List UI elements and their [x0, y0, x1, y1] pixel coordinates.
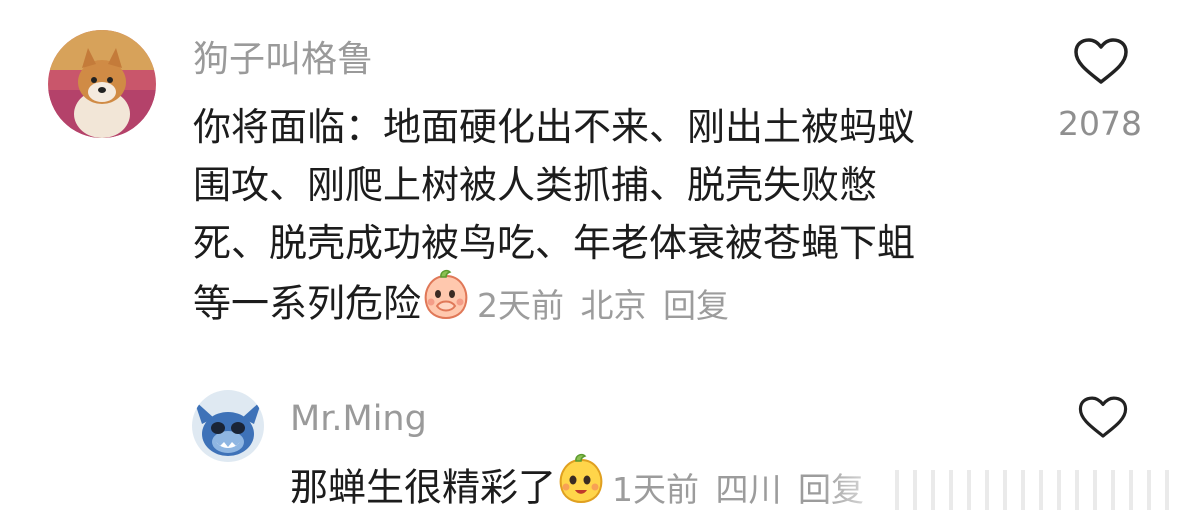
- reply-text: 那蝉生很精彩了: [290, 465, 557, 510]
- reply-meta: 1天前 四川 回复: [606, 470, 864, 509]
- comment-text-line: 等一系列危险: [193, 281, 422, 326]
- reply-button[interactable]: 回复: [798, 470, 864, 509]
- reply-username[interactable]: Mr.Ming: [290, 396, 427, 442]
- like-button[interactable]: [1070, 38, 1132, 86]
- avatar[interactable]: [192, 390, 264, 462]
- comment-text-line: 围攻、刚爬上树被人类抓捕、脱壳失败憋: [193, 163, 878, 207]
- comment-time: 2天前: [477, 286, 565, 325]
- comment-username[interactable]: 狗子叫格鲁: [193, 36, 373, 84]
- reply-button[interactable]: 回复: [663, 286, 729, 325]
- heart-outline-icon: [1070, 38, 1132, 90]
- reply-time: 1天前: [612, 470, 700, 509]
- reply-body: 那蝉生很精彩了 1天前 四川 回复: [290, 453, 864, 524]
- comment-location: 北京: [580, 286, 647, 325]
- comment-text-line: 你将面临：地面硬化出不来、刚出土被蚂蚁: [193, 105, 916, 149]
- like-button[interactable]: [1075, 396, 1131, 440]
- yellow-peach-smile-emoji: [556, 452, 606, 520]
- comment-item[interactable]: 狗子叫格鲁 你将面临：地面硬化出不来、刚出土被蚂蚁 围攻、刚爬上树被人类抓捕、脱…: [0, 0, 1179, 360]
- comment-meta: 2天前 北京 回复: [471, 286, 729, 325]
- comment-last-line: 等一系列危险 2天前 北京 回复: [193, 269, 993, 340]
- reply-item[interactable]: Mr.Ming 那蝉生很精彩了 1天前 四川 回复: [0, 380, 1179, 521]
- peach-hand-over-mouth-emoji: [421, 268, 471, 336]
- heart-outline-icon: [1075, 396, 1131, 444]
- avatar[interactable]: [48, 30, 156, 138]
- like-count: 2078: [1058, 104, 1142, 143]
- comment-body: 你将面临：地面硬化出不来、刚出土被蚂蚁 围攻、刚爬上树被人类抓捕、脱壳失败憋 死…: [193, 98, 993, 340]
- reply-location: 四川: [715, 470, 782, 509]
- comment-text-line: 死、脱壳成功被鸟吃、年老体衰被苍蝇下蛆: [193, 221, 916, 265]
